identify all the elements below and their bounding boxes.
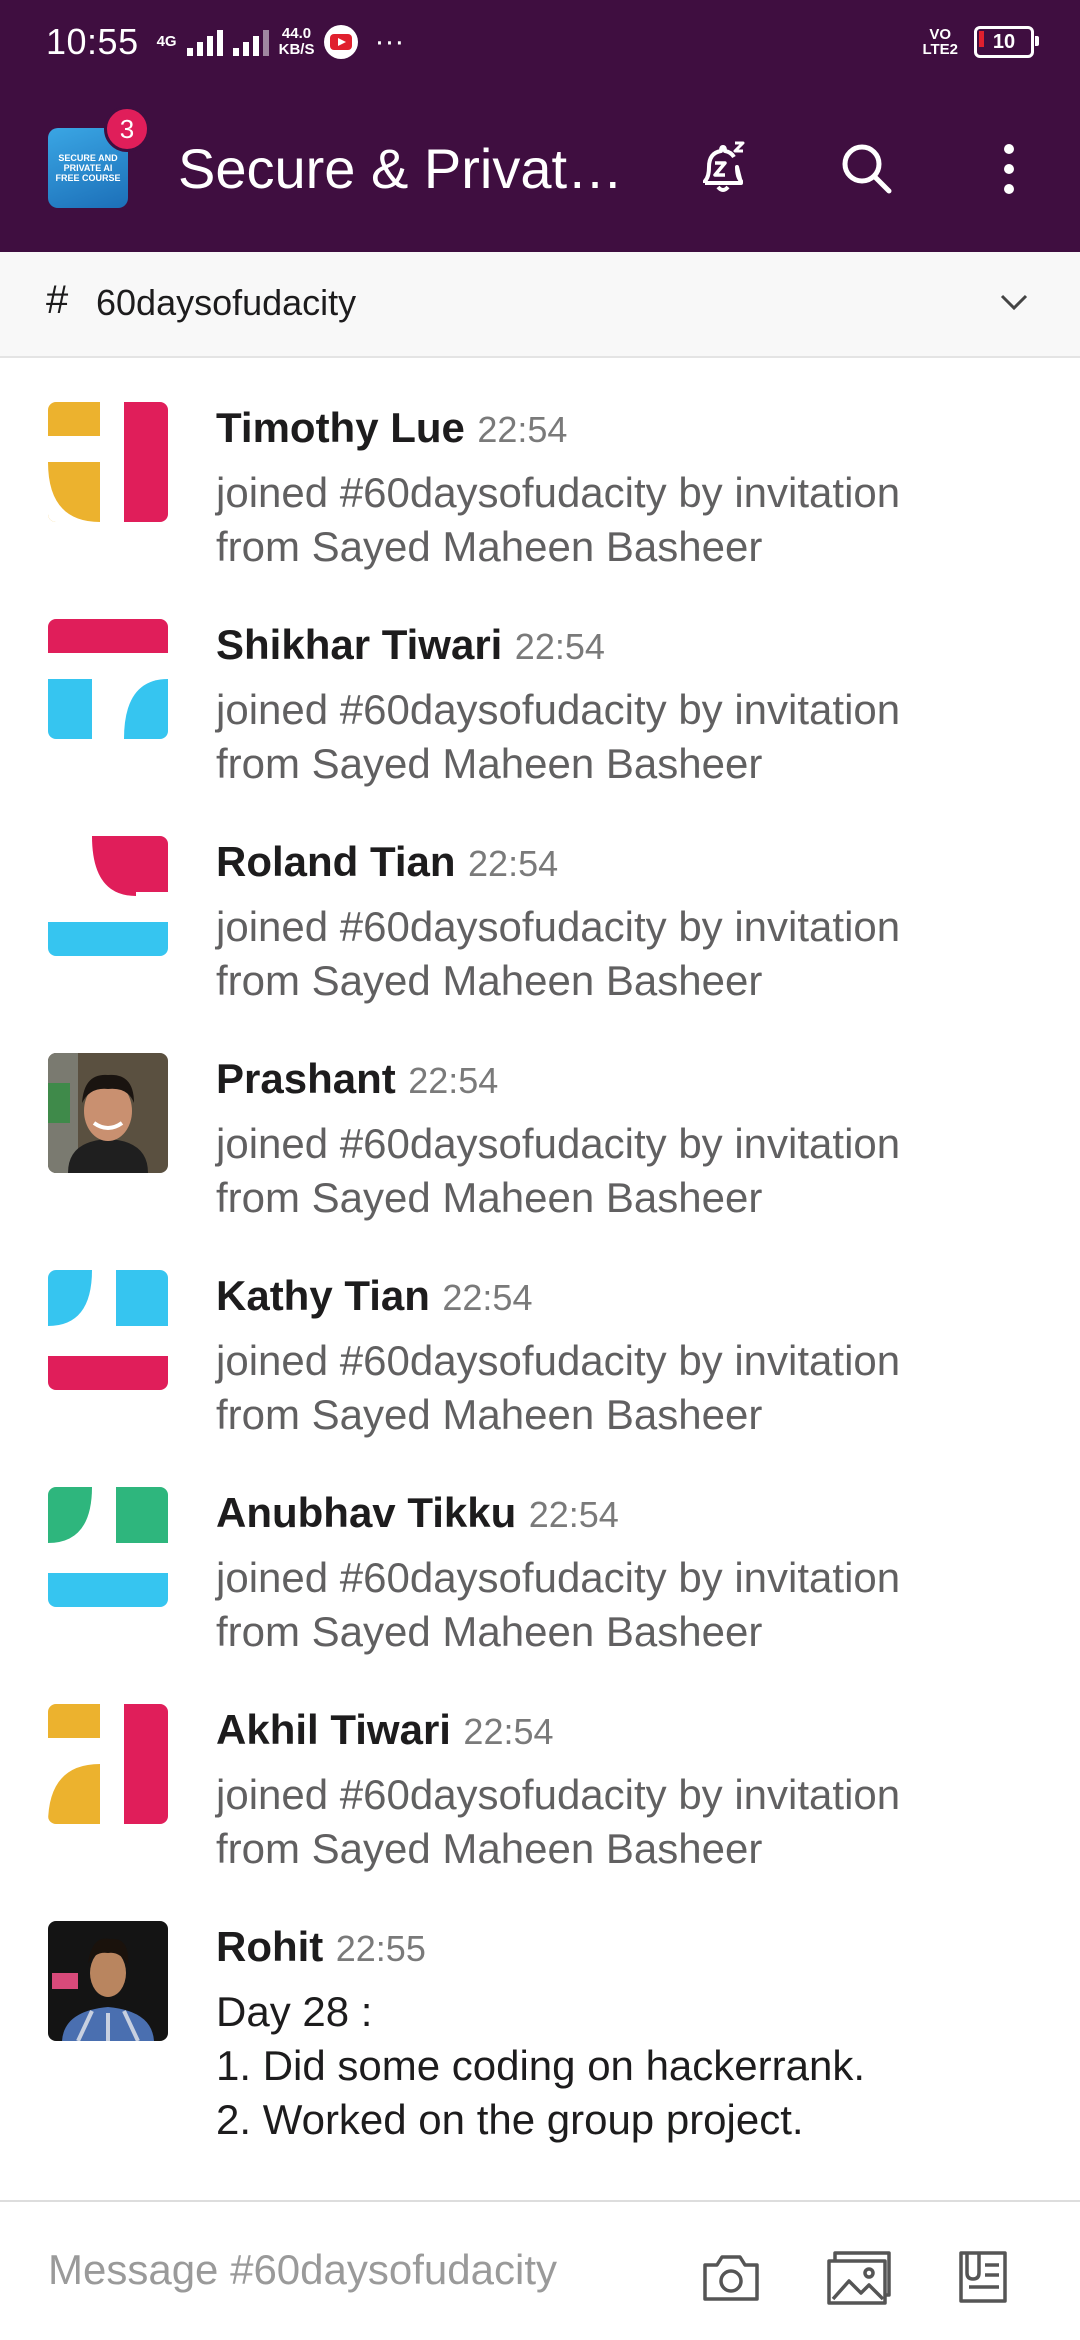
message-time: 22:54 (468, 843, 559, 884)
message-time: 22:54 (514, 626, 605, 667)
message-text: joined #60daysofudacity by invitation fr… (216, 1334, 1036, 1442)
status-bar: 10:55 4G 44.0 KB/S ··· VO LTE2 10 (0, 0, 1080, 84)
message-line: from Sayed Maheen Basheer (216, 1174, 763, 1221)
message-line: from Sayed Maheen Basheer (216, 740, 763, 787)
message-line: from Sayed Maheen Basheer (216, 1391, 763, 1438)
message-line: joined #60daysofudacity by invitation (216, 469, 901, 516)
network-type: 4G (156, 33, 177, 50)
message-text: joined #60daysofudacity by invitation fr… (216, 1117, 1036, 1225)
workspace-title[interactable]: Secure & Privat… (178, 136, 638, 201)
signal-icon (186, 28, 223, 56)
message-text: joined #60daysofudacity by invitation fr… (216, 683, 1036, 791)
image-icon[interactable] (824, 2242, 894, 2312)
workspace-icon-text: SECURE AND PRIVATE AI FREE COURSE (55, 153, 121, 183)
battery-icon: 10 (974, 26, 1039, 58)
message-line: joined #60daysofudacity by invitation (216, 1771, 901, 1818)
avatar[interactable] (48, 836, 168, 956)
message-header: Kathy Tian 22:54 (216, 1272, 532, 1320)
status-right: VO LTE2 10 (922, 26, 1039, 58)
message-item[interactable]: Akhil Tiwari 22:54 joined #60daysofudaci… (0, 1660, 1080, 1872)
message-line: 1. Did some coding on hackerrank. (216, 2042, 866, 2089)
battery-level-text: 10 (992, 30, 1016, 53)
avatar[interactable] (48, 1704, 168, 1824)
sender-name[interactable]: Kathy Tian (216, 1272, 430, 1319)
message-text: joined #60daysofudacity by invitation fr… (216, 1768, 1036, 1876)
message-line: from Sayed Maheen Basheer (216, 1608, 763, 1655)
message-header: Anubhav Tikku 22:54 (216, 1489, 619, 1537)
channel-name: 60daysofudacity (96, 282, 357, 323)
avatar[interactable] (48, 1053, 168, 1173)
message-time: 22:55 (335, 1928, 426, 1969)
message-line: joined #60daysofudacity by invitation (216, 1337, 901, 1384)
signal-icon-2 (232, 28, 269, 56)
message-line: from Sayed Maheen Basheer (216, 1825, 763, 1872)
sender-name[interactable]: Prashant (216, 1055, 396, 1102)
avatar[interactable] (48, 1270, 168, 1390)
message-time: 22:54 (408, 1060, 499, 1101)
message-line: joined #60daysofudacity by invitation (216, 903, 901, 950)
search-icon[interactable] (832, 134, 902, 204)
message-time: 22:54 (442, 1277, 533, 1318)
message-item[interactable]: Shikhar Tiwari 22:54 joined #60daysofuda… (0, 575, 1080, 787)
volte-top: VO (929, 26, 952, 43)
message-time: 22:54 (477, 409, 568, 450)
net-speed-unit: KB/S (278, 41, 315, 58)
message-text: joined #60daysofudacity by invitation fr… (216, 1551, 1036, 1659)
message-line: joined #60daysofudacity by invitation (216, 686, 901, 733)
sender-name[interactable]: Timothy Lue (216, 404, 465, 451)
volte-bottom: LTE2 (922, 41, 958, 58)
message-text: joined #60daysofudacity by invitation fr… (216, 466, 1036, 574)
app-bar: SECURE AND PRIVATE AI FREE COURSE 3 Secu… (0, 84, 1080, 252)
message-line: Day 28 : (216, 1988, 373, 2035)
channel-hash-icon: # (46, 278, 69, 322)
unread-badge: 3 (104, 106, 150, 152)
message-header: Akhil Tiwari 22:54 (216, 1706, 554, 1754)
message-line: joined #60daysofudacity by invitation (216, 1554, 901, 1601)
message-time: 22:54 (463, 1711, 554, 1752)
youtube-icon (324, 25, 359, 59)
sender-name[interactable]: Shikhar Tiwari (216, 621, 502, 668)
message-header: Prashant 22:54 (216, 1055, 498, 1103)
message-text: joined #60daysofudacity by invitation fr… (216, 900, 1036, 1008)
more-vert-icon[interactable] (974, 134, 1044, 204)
message-composer: Message #60daysofudacity (0, 2200, 1080, 2340)
chevron-down-icon[interactable] (994, 282, 1034, 322)
clipboard-icon[interactable] (948, 2242, 1018, 2312)
net-speed: 44.0 KB/S (279, 26, 315, 58)
message-header: Rohit 22:55 (216, 1923, 426, 1971)
message-item[interactable]: Prashant 22:54 joined #60daysofudacity b… (0, 1009, 1080, 1221)
network-indicators: 4G 44.0 KB/S ··· (156, 25, 405, 59)
message-header: Roland Tian 22:54 (216, 838, 558, 886)
message-header: Timothy Lue 22:54 (216, 404, 567, 452)
avatar[interactable] (48, 402, 168, 522)
message-line: joined #60daysofudacity by invitation (216, 1120, 901, 1167)
message-item[interactable]: Anubhav Tikku 22:54 joined #60daysofudac… (0, 1443, 1080, 1655)
net-speed-value: 44.0 (281, 25, 312, 42)
sender-name[interactable]: Anubhav Tikku (216, 1489, 516, 1536)
avatar[interactable] (48, 1921, 168, 2041)
snooze-bell-icon[interactable] (688, 134, 758, 204)
status-time: 10:55 (46, 21, 139, 62)
sender-name[interactable]: Akhil Tiwari (216, 1706, 451, 1753)
message-item[interactable]: Roland Tian 22:54 joined #60daysofudacit… (0, 792, 1080, 1004)
more-notifications-icon: ··· (374, 25, 405, 58)
message-item[interactable]: Timothy Lue 22:54 joined #60daysofudacit… (0, 358, 1080, 570)
camera-icon[interactable] (696, 2242, 766, 2312)
message-time: 22:54 (528, 1494, 619, 1535)
message-line: from Sayed Maheen Basheer (216, 957, 763, 1004)
message-item[interactable]: Rohit 22:55 Day 28 : 1. Did some coding … (0, 1877, 1080, 2143)
sender-name[interactable]: Rohit (216, 1923, 323, 1970)
message-header: Shikhar Tiwari 22:54 (216, 621, 605, 669)
volte-indicator: VO LTE2 (922, 27, 958, 57)
avatar[interactable] (48, 1487, 168, 1607)
message-text: Day 28 : 1. Did some coding on hackerran… (216, 1985, 1036, 2147)
battery-level (979, 31, 984, 47)
avatar[interactable] (48, 619, 168, 739)
channel-header[interactable]: # 60daysofudacity (0, 252, 1080, 358)
sender-name[interactable]: Roland Tian (216, 838, 456, 885)
message-input[interactable]: Message #60daysofudacity (48, 2246, 557, 2294)
message-item[interactable]: Kathy Tian 22:54 joined #60daysofudacity… (0, 1226, 1080, 1438)
message-line: 2. Worked on the group project. (216, 2096, 804, 2143)
message-line: from Sayed Maheen Basheer (216, 523, 763, 570)
